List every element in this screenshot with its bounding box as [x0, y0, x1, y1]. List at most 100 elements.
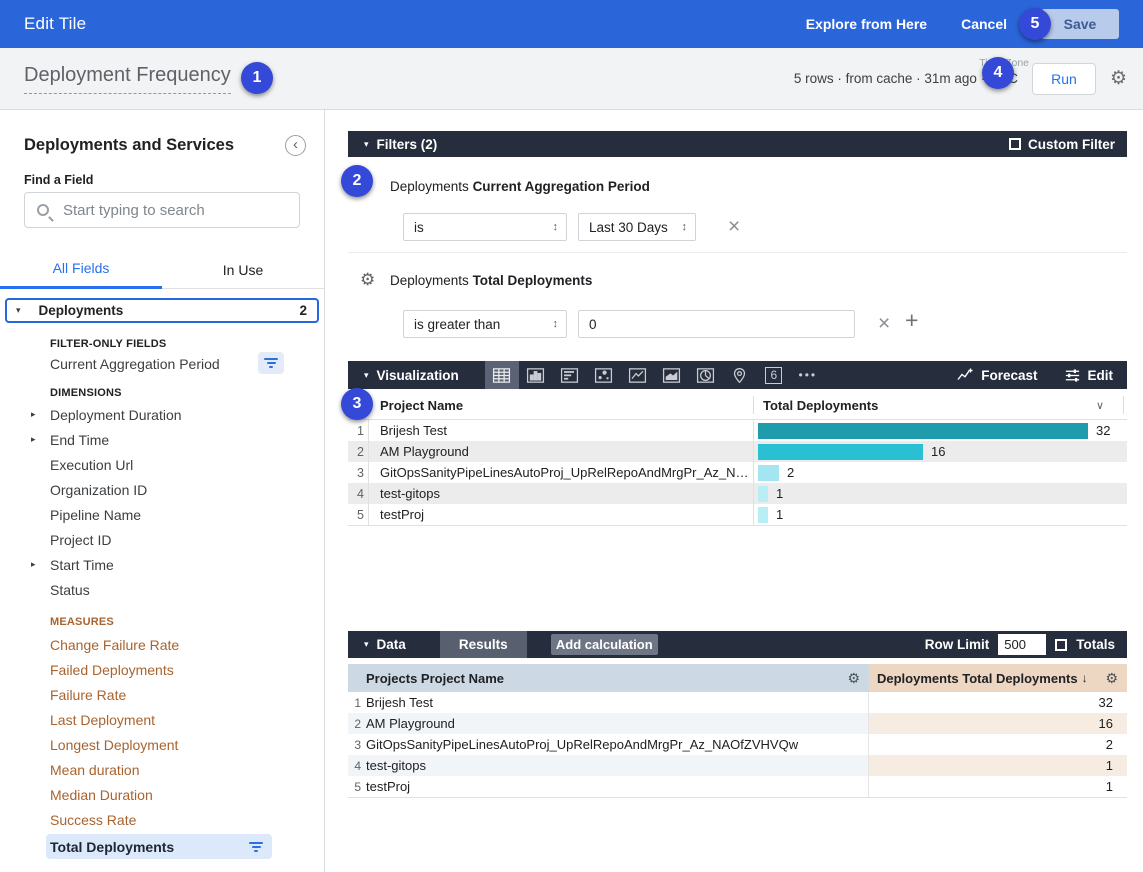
viz-table-row[interactable]: 4 test-gitops 1 — [348, 483, 1127, 504]
data-col-total-deployments[interactable]: Deployments Total Deployments ↓ ⚙ — [869, 664, 1127, 692]
viz-type-scatter-icon[interactable] — [587, 361, 621, 389]
forecast-button[interactable]: Forecast — [956, 366, 1037, 384]
filter-2-settings-gear-icon[interactable]: ⚙ — [360, 270, 375, 290]
viz-table-row[interactable]: 2 AM Playground 16 — [348, 441, 1127, 462]
edit-viz-button[interactable]: Edit — [1064, 367, 1114, 384]
sidebar-field-failure-rate[interactable]: Failure Rate — [0, 682, 286, 707]
sidebar-field-change-failure-rate[interactable]: Change Failure Rate — [0, 632, 286, 657]
remove-filter-2-icon[interactable]: × — [878, 313, 890, 334]
sidebar-field-organization-id[interactable]: Organization ID — [0, 477, 286, 502]
column-gear-icon[interactable]: ⚙ — [847, 670, 860, 687]
cell-project-name[interactable]: GitOpsSanityPipeLinesAutoProj_UpRelRepoA… — [380, 465, 753, 480]
expand-caret-icon[interactable]: ▸ — [31, 409, 36, 420]
tab-in-use[interactable]: In Use — [162, 250, 324, 289]
sort-desc-icon[interactable]: ↓ — [1082, 671, 1088, 685]
viz-type-single-value-icon[interactable]: 6 — [757, 361, 791, 389]
value-bar[interactable] — [758, 486, 768, 502]
data-col-project-name[interactable]: Projects Project Name ⚙ — [348, 664, 869, 692]
viz-type-column-chart-icon[interactable] — [519, 361, 553, 389]
viz-type-table-icon[interactable] — [485, 361, 519, 389]
sidebar-field-success-rate[interactable]: Success Rate — [0, 807, 286, 832]
viz-table-row[interactable]: 5 testProj 1 — [348, 504, 1127, 525]
cell-project-name[interactable]: Brijesh Test — [380, 423, 753, 438]
collapse-caret-icon[interactable]: ▾ — [364, 139, 369, 150]
sidebar-field-mean-duration[interactable]: Mean duration — [0, 757, 286, 782]
cell-value[interactable]: 16 — [869, 713, 1127, 734]
viz-type-line-chart-icon[interactable] — [621, 361, 655, 389]
cell-value[interactable]: 1 — [776, 486, 783, 501]
cell-project-name[interactable]: test-gitops — [361, 755, 869, 776]
add-filter-icon[interactable]: + — [905, 309, 918, 332]
cancel-button[interactable]: Cancel — [961, 16, 1007, 32]
cell-value[interactable]: 2 — [869, 734, 1127, 755]
sidebar-field-status[interactable]: Status — [0, 577, 286, 602]
collapse-caret-icon[interactable]: ▾ — [364, 639, 369, 650]
cell-value[interactable]: 1 — [776, 507, 783, 522]
explore-from-here-button[interactable]: Explore from Here — [806, 16, 927, 32]
viz-col-total-deployments[interactable]: Total Deployments — [763, 391, 878, 420]
sidebar-field-deployment-duration[interactable]: ▸ Deployment Duration — [0, 402, 286, 427]
expand-caret-icon[interactable]: ▸ — [31, 434, 36, 445]
viz-table-row[interactable]: 3 GitOpsSanityPipeLinesAutoProj_UpRelRep… — [348, 462, 1127, 483]
tab-all-fields[interactable]: All Fields — [0, 250, 162, 289]
expand-caret-icon[interactable]: ▸ — [31, 559, 36, 570]
cell-project-name[interactable]: GitOpsSanityPipeLinesAutoProj_UpRelRepoA… — [361, 734, 869, 755]
cell-project-name[interactable]: test-gitops — [380, 486, 753, 501]
sidebar-field-last-deployment[interactable]: Last Deployment — [0, 707, 286, 732]
results-tab[interactable]: Results — [440, 631, 527, 658]
viz-type-map-icon[interactable] — [723, 361, 757, 389]
totals-checkbox[interactable] — [1055, 639, 1067, 651]
sidebar-field-project-id[interactable]: Project ID — [0, 527, 286, 552]
cell-value[interactable]: 32 — [869, 692, 1127, 713]
filter-2-value-input[interactable] — [578, 310, 855, 338]
cell-project-name[interactable]: testProj — [361, 776, 869, 797]
viz-col-project-name[interactable]: Project Name — [380, 391, 463, 420]
filters-section-bar[interactable]: ▾ Filters (2) Custom Filter — [348, 131, 1127, 157]
sidebar-field-pipeline-name[interactable]: Pipeline Name — [0, 502, 286, 527]
collapse-caret-icon[interactable]: ▾ — [16, 305, 21, 316]
cell-value[interactable]: 1 — [869, 755, 1127, 776]
filter-icon[interactable] — [243, 836, 269, 858]
field-search-input[interactable] — [61, 201, 287, 220]
row-limit-input[interactable] — [998, 634, 1046, 655]
cell-value[interactable]: 2 — [787, 465, 794, 480]
filter-icon[interactable] — [258, 352, 284, 374]
sidebar-field-execution-url[interactable]: Execution Url — [0, 452, 286, 477]
sidebar-field-end-time[interactable]: ▸ End Time — [0, 427, 286, 452]
filter-2-operator-select[interactable]: is greater than ↕ — [403, 310, 567, 338]
add-calculation-button[interactable]: Add calculation — [551, 634, 658, 655]
field-search-box[interactable] — [24, 192, 300, 228]
cell-project-name[interactable]: AM Playground — [380, 444, 753, 459]
sidebar-field-median-duration[interactable]: Median Duration — [0, 782, 286, 807]
value-bar[interactable] — [758, 465, 779, 481]
sidebar-field-failed-deployments[interactable]: Failed Deployments — [0, 657, 286, 682]
column-gear-icon[interactable]: ⚙ — [1105, 670, 1118, 687]
data-table-row[interactable]: 4 test-gitops 1 — [348, 755, 1127, 776]
page-title[interactable]: Deployment Frequency — [24, 64, 231, 94]
data-table-row[interactable]: 2 AM Playground 16 — [348, 713, 1127, 734]
column-divider[interactable] — [753, 396, 754, 414]
viz-type-area-chart-icon[interactable] — [655, 361, 689, 389]
value-bar[interactable] — [758, 423, 1088, 439]
cell-project-name[interactable]: Brijesh Test — [361, 692, 869, 713]
value-bar[interactable] — [758, 507, 768, 523]
cell-project-name[interactable]: AM Playground — [361, 713, 869, 734]
viz-table-row[interactable]: 1 Brijesh Test 32 — [348, 420, 1127, 441]
collapse-caret-icon[interactable]: ▾ — [364, 370, 369, 381]
cell-value[interactable]: 32 — [1096, 423, 1110, 438]
cell-project-name[interactable]: testProj — [380, 507, 753, 522]
sidebar-field-total-deployments-selected[interactable]: Total Deployments — [46, 834, 272, 859]
view-group-deployments[interactable]: ▾ Deployments 2 — [5, 298, 319, 323]
viz-type-bar-chart-icon[interactable] — [553, 361, 587, 389]
viz-type-pie-chart-icon[interactable] — [689, 361, 723, 389]
chevron-down-icon[interactable]: ∨ — [1096, 391, 1104, 420]
sidebar-field-start-time[interactable]: ▸ Start Time — [0, 552, 286, 577]
sidebar-field-current-aggregation-period[interactable]: Current Aggregation Period — [0, 351, 286, 376]
collapse-sidebar-icon[interactable]: ‹ — [285, 135, 306, 156]
save-button[interactable]: Save — [1041, 9, 1119, 39]
filter-1-value-select[interactable]: Last 30 Days ↕ — [578, 213, 696, 241]
viz-type-more-icon[interactable]: ••• — [791, 361, 825, 389]
value-bar[interactable] — [758, 444, 923, 460]
cell-value[interactable]: 16 — [931, 444, 945, 459]
visualization-section-bar[interactable]: ▾ Visualization — [348, 361, 1127, 389]
